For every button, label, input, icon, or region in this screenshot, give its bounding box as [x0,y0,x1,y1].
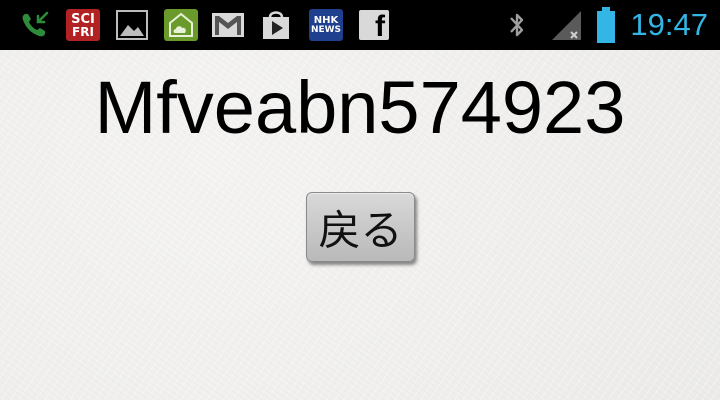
nhk-news-icon: NHK NEWS [309,9,343,41]
gmail-icon [211,9,245,41]
nhk-line2: NEWS [310,24,342,35]
nhk-line1: NHK [313,14,339,26]
play-store-icon [259,9,293,41]
sci-fri-line1: SCI [71,11,95,27]
status-bar: SCI FRI NHK NEWS f 19:47 [0,0,720,50]
battery-icon [589,6,623,44]
gallery-icon [115,9,149,41]
signal-icon [550,9,584,41]
facebook-glyph: f [375,10,385,41]
back-button[interactable]: 戻る [306,192,415,262]
sci-fri-icon: SCI FRI [66,9,100,41]
sci-fri-line2: FRI [72,24,94,39]
bluetooth-icon [500,9,534,41]
missed-call-icon [17,9,51,41]
page-title: Mfveabn574923 [94,66,626,149]
weather-icon [164,9,198,41]
facebook-icon: f [357,9,391,41]
clock: 19:47 [630,7,708,42]
